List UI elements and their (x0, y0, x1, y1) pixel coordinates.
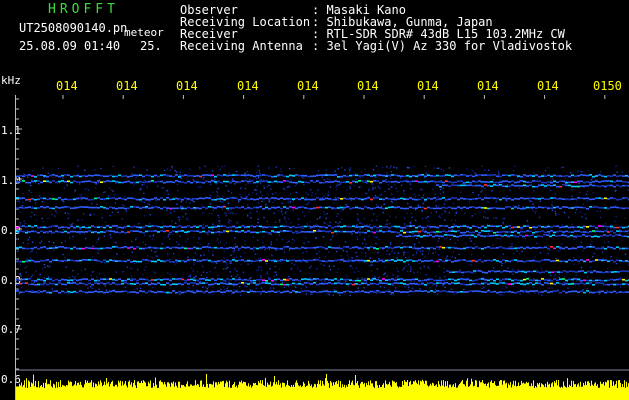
extra-value: 25. (140, 39, 162, 53)
date-time: 25.08.09 01:40 (19, 39, 121, 53)
hrofft-spectrogram-window: HROFFT UT2508090140.pn meteor 25.08.09 0… (0, 0, 629, 400)
time-tick-label: 014 (176, 79, 198, 93)
antenna-label: Receiving Antenna (180, 39, 303, 53)
time-tick-label: 014 (537, 79, 559, 93)
time-tick-label: 014 (417, 79, 439, 93)
carrier-bands (16, 174, 629, 294)
time-tick-label: 014 (297, 79, 319, 93)
antenna-value: : 3el Yagi(V) Az 330 for Vladivostok (312, 39, 573, 53)
time-tick-label: 0150 (593, 79, 622, 93)
time-tick-marks (62, 95, 606, 99)
time-tick-label: 014 (56, 79, 78, 93)
file-name: UT2508090140.pn (19, 21, 128, 35)
mode-label: meteor (124, 26, 164, 39)
freq-unit-label: kHz (1, 74, 21, 87)
time-tick-label: 014 (477, 79, 499, 93)
time-tick-label: 014 (116, 79, 138, 93)
freq-tick-marks (16, 98, 22, 370)
spectrogram-plot (16, 95, 629, 400)
brand-title: HROFFT (48, 2, 119, 17)
time-tick-label: 014 (357, 79, 379, 93)
spectrogram-canvas (16, 95, 629, 400)
signal-strength-strip (16, 374, 629, 400)
time-tick-label: 014 (237, 79, 259, 93)
